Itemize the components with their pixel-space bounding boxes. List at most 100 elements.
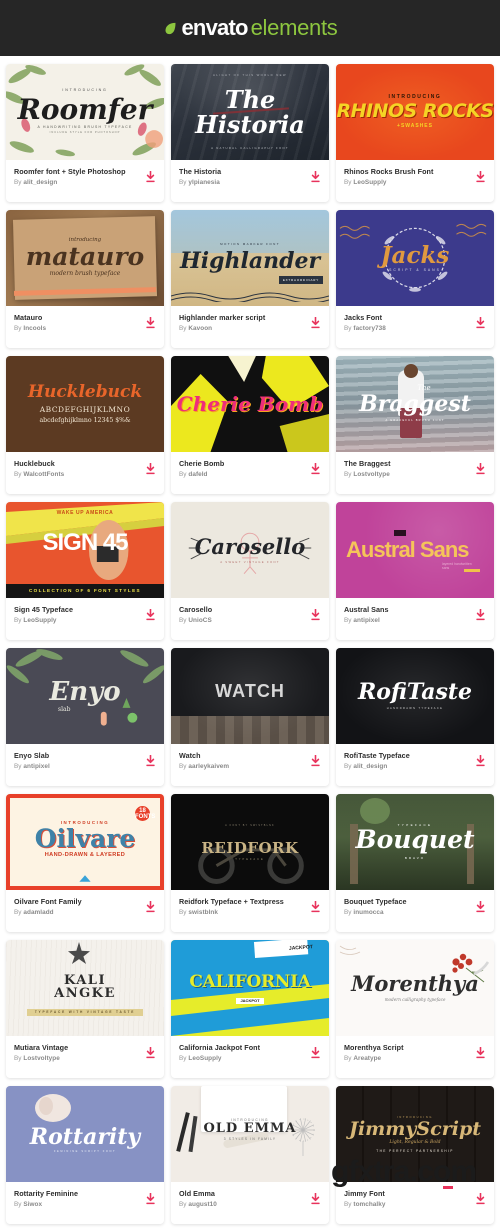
card-meta: Rhinos Rocks Brush Font By LeoSupply bbox=[336, 160, 494, 202]
thumb-text-sub: modern brush typeface bbox=[49, 270, 121, 278]
font-card[interactable]: Enyo slab Enyo Slab By antipixel bbox=[6, 648, 164, 786]
card-thumbnail[interactable]: Hucklebuck ABCDEFGHIJKLMNO abcdefghijklmno… bbox=[6, 356, 164, 452]
card-meta: Carosello By UnioCS bbox=[171, 598, 329, 640]
card-title: Carosello bbox=[179, 605, 213, 614]
card-thumbnail[interactable]: INTRODUCING OLD EMMA 3 STYLES IN FAMILY bbox=[171, 1086, 329, 1182]
thumb-text-main: Oilvare bbox=[34, 823, 136, 853]
font-card[interactable]: The Braggest A GRACEFUL BRUSH FONT The Bra… bbox=[336, 356, 494, 494]
font-card[interactable]: Hucklebuck ABCDEFGHIJKLMNO abcdefghijklmno… bbox=[6, 356, 164, 494]
thumb-text-main: REIDFORK bbox=[201, 839, 299, 858]
font-card[interactable]: Morenthya modern calligraphy typeface Mor… bbox=[336, 940, 494, 1078]
font-card[interactable]: Carosello A SWEET VINTAGE FONT Carosello … bbox=[171, 502, 329, 640]
card-thumbnail[interactable]: WAKE UP AMERICA SIGN 45 COLLECTION OF 6 FO… bbox=[6, 502, 164, 598]
download-icon[interactable] bbox=[310, 171, 321, 183]
card-thumbnail[interactable]: Jacks SCRIPT & SANS bbox=[336, 210, 494, 306]
download-icon[interactable] bbox=[145, 1193, 156, 1205]
card-author-name: LeoSupply bbox=[353, 179, 387, 187]
download-icon[interactable] bbox=[145, 317, 156, 329]
font-card[interactable]: Austral Sans layered handwritten sans Aus… bbox=[336, 502, 494, 640]
download-icon[interactable] bbox=[475, 317, 486, 329]
download-icon[interactable] bbox=[475, 755, 486, 767]
card-title: RofiTaste Typeface bbox=[344, 751, 410, 760]
font-card[interactable]: introducing matauro modern brush typeface … bbox=[6, 210, 164, 348]
download-icon[interactable] bbox=[475, 609, 486, 621]
font-card[interactable]: EXTRAORDINARY MOTION MARKER FONT Highland… bbox=[171, 210, 329, 348]
font-card[interactable]: WAKE UP AMERICA SIGN 45 COLLECTION OF 6 FO… bbox=[6, 502, 164, 640]
card-author-name: adamladd bbox=[23, 909, 54, 917]
font-card[interactable]: KALI ANGKE TYPEFACE WITH VINTAGE TASTE Mut… bbox=[6, 940, 164, 1078]
download-icon[interactable] bbox=[475, 1047, 486, 1059]
card-thumbnail[interactable]: Rottarity FEMININE SCRIPT FONT bbox=[6, 1086, 164, 1182]
card-thumbnail[interactable]: A FONT BY SWISTBLNK REIDFORK TYPEFACE bbox=[171, 794, 329, 890]
thumb-text-top: MOTION MARKER FONT bbox=[220, 241, 280, 246]
card-author: By august10 bbox=[179, 1201, 321, 1208]
thumb-text-sub: SCRIPT & SANS bbox=[389, 267, 441, 272]
download-icon[interactable] bbox=[310, 755, 321, 767]
download-icon[interactable] bbox=[145, 1047, 156, 1059]
thumb-text-main: SIGN 45 bbox=[42, 529, 128, 557]
card-author: By Incools bbox=[14, 325, 156, 332]
card-title: Old Emma bbox=[179, 1189, 215, 1198]
card-thumbnail[interactable]: 18 FONTS INTRODUCING Oilvare HAND-DRAWN & … bbox=[6, 794, 164, 890]
card-thumbnail[interactable]: RofiTaste HANDDRAWN TYPEFACE bbox=[336, 648, 494, 744]
font-card[interactable]: JACKPOT CALIFORNIA JACKPOT California Jack… bbox=[171, 940, 329, 1078]
envato-elements-logo[interactable]: envato elements bbox=[163, 17, 338, 39]
card-thumbnail[interactable]: Morenthya modern calligraphy typeface bbox=[336, 940, 494, 1036]
font-card[interactable]: RofiTaste HANDDRAWN TYPEFACE RofiTaste Ty… bbox=[336, 648, 494, 786]
download-icon[interactable] bbox=[310, 901, 321, 913]
card-thumbnail[interactable]: introducing matauro modern brush typeface bbox=[6, 210, 164, 306]
thumb-text-sub: COLLECTION OF 6 FONT STYLES bbox=[28, 588, 142, 594]
font-card[interactable]: Rottarity FEMININE SCRIPT FONT Rottarity … bbox=[6, 1086, 164, 1224]
card-thumbnail[interactable]: TYPEFACE Bouquet BRAVO bbox=[336, 794, 494, 890]
download-icon[interactable] bbox=[475, 463, 486, 475]
thumb-text-main: CALIFORNIA bbox=[189, 971, 311, 992]
font-card[interactable]: TYPEFACE Bouquet BRAVO Bouquet Typeface By… bbox=[336, 794, 494, 932]
card-thumbnail[interactable]: KALI ANGKE TYPEFACE WITH VINTAGE TASTE bbox=[6, 940, 164, 1036]
font-card[interactable]: INTRODUCING RHINOS ROCKS +SWASHES Rhinos R… bbox=[336, 64, 494, 202]
font-card[interactable]: ALIGHT OF THIS WORLD NEW The Historia A NA… bbox=[171, 64, 329, 202]
gfxtra-watermark: gfxtra.com bbox=[331, 1155, 477, 1188]
thumb-text-sub: HAND-DRAWN & LAYERED bbox=[44, 852, 126, 858]
card-thumbnail[interactable]: ALIGHT OF THIS WORLD NEW The Historia A NA… bbox=[171, 64, 329, 160]
thumb-text-main: Cherie Bomb bbox=[176, 391, 324, 416]
card-thumbnail[interactable]: The Braggest A GRACEFUL BRUSH FONT bbox=[336, 356, 494, 452]
download-icon[interactable] bbox=[475, 171, 486, 183]
font-card[interactable]: INTRODUCING Roomfer A HANDWRITING BRUSH TY… bbox=[6, 64, 164, 202]
download-icon[interactable] bbox=[310, 1193, 321, 1205]
gfxtra-watermark-underline bbox=[443, 1186, 453, 1189]
card-meta: Rottarity Feminine By Siwox bbox=[6, 1182, 164, 1224]
card-meta: California Jackpot Font By LeoSupply bbox=[171, 1036, 329, 1078]
card-thumbnail[interactable]: Enyo slab bbox=[6, 648, 164, 744]
card-meta: Bouquet Typeface By inumocca bbox=[336, 890, 494, 932]
download-icon[interactable] bbox=[310, 463, 321, 475]
card-author-prefix: By bbox=[344, 763, 354, 771]
card-thumbnail[interactable]: WATCH bbox=[171, 648, 329, 744]
card-meta: Highlander marker script By Kavoon bbox=[171, 306, 329, 348]
font-card[interactable]: Cherie Bomb Cherie Bomb By dafeld bbox=[171, 356, 329, 494]
card-meta: Oilvare Font Family By adamladd bbox=[6, 890, 164, 932]
download-icon[interactable] bbox=[145, 901, 156, 913]
download-icon[interactable] bbox=[145, 171, 156, 183]
card-thumbnail[interactable]: INTRODUCING RHINOS ROCKS +SWASHES bbox=[336, 64, 494, 160]
card-thumbnail[interactable]: Carosello A SWEET VINTAGE FONT bbox=[171, 502, 329, 598]
card-thumbnail[interactable]: EXTRAORDINARY MOTION MARKER FONT Highland… bbox=[171, 210, 329, 306]
card-thumbnail[interactable]: Cherie Bomb bbox=[171, 356, 329, 452]
download-icon[interactable] bbox=[475, 901, 486, 913]
card-meta: Sign 45 Typeface By LeoSupply bbox=[6, 598, 164, 640]
font-card[interactable]: Jacks SCRIPT & SANS Jacks Font By factory… bbox=[336, 210, 494, 348]
font-card[interactable]: 18 FONTS INTRODUCING Oilvare HAND-DRAWN & … bbox=[6, 794, 164, 932]
card-thumbnail[interactable]: INTRODUCING Roomfer A HANDWRITING BRUSH TY… bbox=[6, 64, 164, 160]
font-card[interactable]: A FONT BY SWISTBLNK REIDFORK TYPEFACE Reid… bbox=[171, 794, 329, 932]
download-icon[interactable] bbox=[310, 609, 321, 621]
download-icon[interactable] bbox=[310, 1047, 321, 1059]
card-thumbnail[interactable]: Austral Sans layered handwritten sans bbox=[336, 502, 494, 598]
download-icon[interactable] bbox=[475, 1193, 486, 1205]
font-card[interactable]: WATCH Watch By aarleykaivem bbox=[171, 648, 329, 786]
download-icon[interactable] bbox=[145, 609, 156, 621]
download-icon[interactable] bbox=[145, 463, 156, 475]
card-thumbnail[interactable]: JACKPOT CALIFORNIA JACKPOT bbox=[171, 940, 329, 1036]
font-card[interactable]: INTRODUCING OLD EMMA 3 STYLES IN FAMILY Ol… bbox=[171, 1086, 329, 1224]
leaf-icon bbox=[163, 21, 178, 36]
download-icon[interactable] bbox=[145, 755, 156, 767]
download-icon[interactable] bbox=[310, 317, 321, 329]
